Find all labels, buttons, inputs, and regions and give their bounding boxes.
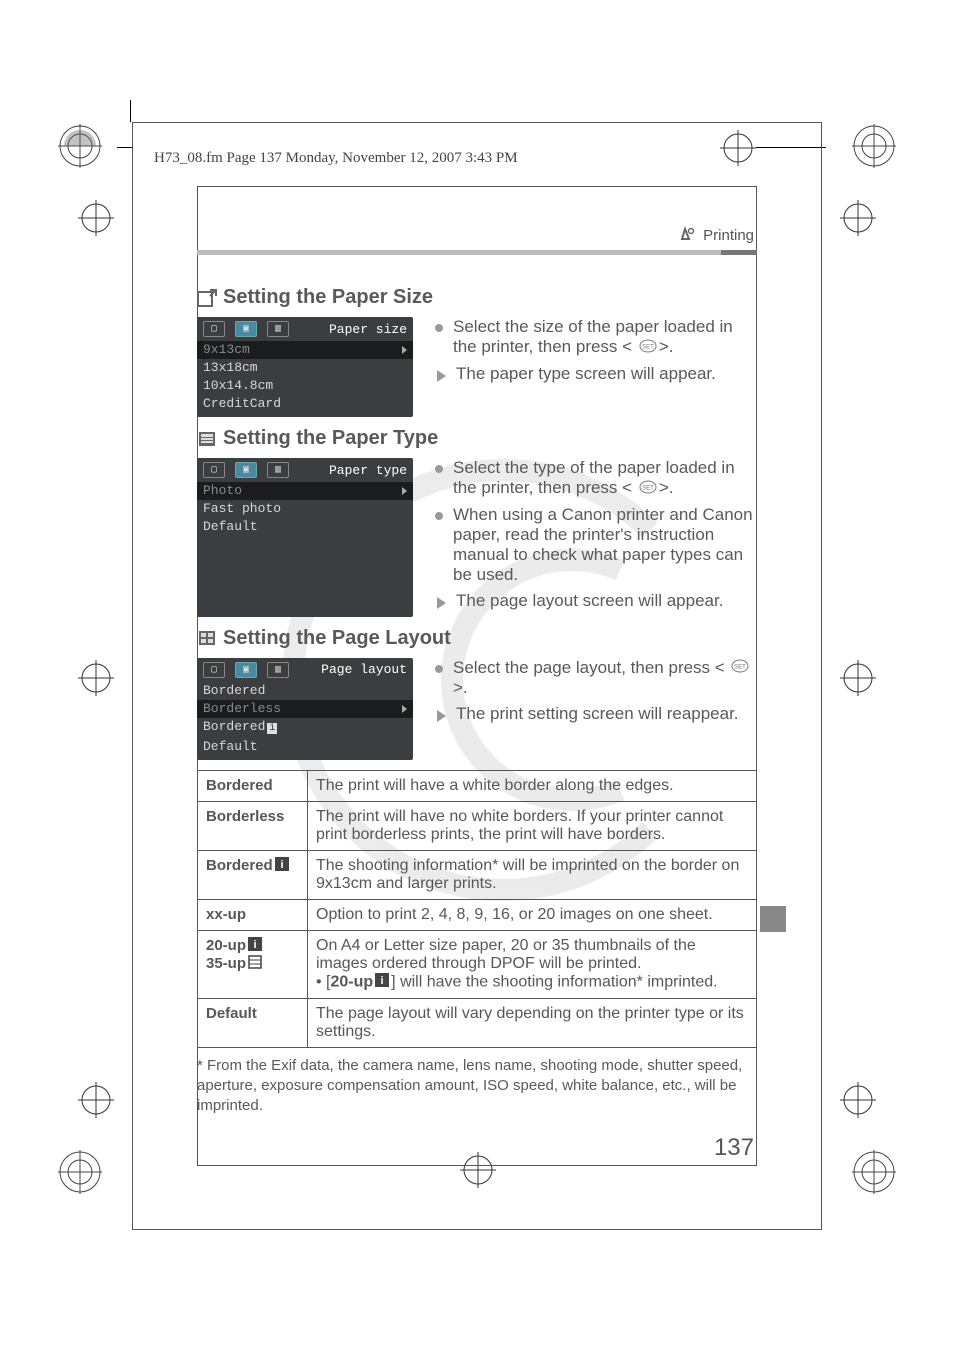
paper-size-icon: [197, 289, 217, 307]
page-content: Setting the Paper Size ▢ ▣ ▥ Paper size …: [197, 280, 757, 1116]
registration-mark: [852, 1150, 896, 1194]
lcd-item: Default: [197, 738, 413, 756]
running-header: H73_08.fm Page 137 Monday, November 12, …: [154, 150, 518, 167]
table-row: xx-up Option to print 2, 4, 8, 9, 16, or…: [198, 899, 757, 930]
table-label: xx-up: [198, 899, 308, 930]
lcd-item: 10x14.8cm: [197, 377, 413, 395]
header-divider: [197, 250, 757, 255]
info-icon: i: [267, 723, 277, 734]
table-desc: Option to print 2, 4, 8, 9, 16, or 20 im…: [308, 899, 757, 930]
table-row: Bordered The print will have a white bor…: [198, 770, 757, 801]
print-connector-icon: [679, 226, 695, 246]
arrow-text: The print setting screen will reappear.: [435, 704, 757, 724]
lcd-paper-type: ▢ ▣ ▥ Paper type Photo Fast photo Defaul…: [197, 458, 413, 617]
lcd-item: Borderedi: [197, 718, 413, 738]
lcd-page-layout: ▢ ▣ ▥ Page layout Bordered Borderless Bo…: [197, 658, 413, 760]
lcd-item: Default: [197, 518, 413, 536]
page-layout-icon: [197, 629, 217, 647]
lcd-item: CreditCard: [197, 395, 413, 413]
crop-line: [756, 147, 826, 148]
sheet-icon: [248, 955, 262, 973]
crop-mark: [840, 660, 876, 696]
bullet-text: Select the size of the paper loaded in t…: [435, 317, 757, 358]
thumb-index-tab: [760, 906, 786, 932]
crop-mark: [460, 1152, 496, 1188]
lcd-title: Page layout: [321, 662, 407, 677]
set-button-icon: SET: [639, 479, 657, 499]
set-button-icon: SET: [639, 338, 657, 358]
table-desc: On A4 or Letter size paper, 20 or 35 thu…: [308, 930, 757, 998]
crop-line: [130, 100, 131, 122]
lcd-item: 13x18cm: [197, 359, 413, 377]
lcd-tab-type-icon: ▣: [235, 462, 257, 478]
lcd-tab-layout-icon: ▥: [267, 462, 289, 478]
arrow-text: The paper type screen will appear.: [435, 364, 757, 384]
table-label: Borderless: [198, 801, 308, 850]
lcd-tab-type-icon: ▣: [235, 321, 257, 337]
crop-mark: [720, 130, 756, 166]
lcd-item: Fast photo: [197, 500, 413, 518]
svg-text:SET: SET: [642, 485, 654, 491]
section-title-page-layout: Setting the Page Layout: [197, 627, 757, 650]
table-desc: The print will have a white border along…: [308, 770, 757, 801]
table-label: 20-upi 35-up: [198, 930, 308, 998]
section-title-text: Setting the Paper Size: [223, 286, 433, 309]
crop-mark: [78, 660, 114, 696]
svg-text:SET: SET: [735, 665, 747, 671]
table-desc: The print will have no white borders. If…: [308, 801, 757, 850]
lcd-tab-type-icon: ▣: [235, 662, 257, 678]
svg-text:i: i: [253, 939, 256, 951]
header-section: Printing: [679, 226, 754, 246]
section-title-paper-size: Setting the Paper Size: [197, 286, 757, 309]
section-title-text: Setting the Page Layout: [223, 627, 451, 650]
table-desc: The shooting information* will be imprin…: [308, 850, 757, 899]
table-row: Borderedi The shooting information* will…: [198, 850, 757, 899]
arrow-text: The page layout screen will appear.: [435, 591, 757, 611]
page-layout-table: Bordered The print will have a white bor…: [197, 770, 757, 1048]
info-icon: i: [375, 973, 389, 992]
crop-mark: [78, 1082, 114, 1118]
lcd-item: Bordered: [197, 682, 413, 700]
lcd-tab-layout-icon: ▥: [267, 662, 289, 678]
crop-mark: [840, 1082, 876, 1118]
paper-type-icon: [197, 430, 217, 448]
table-label: Borderedi: [198, 850, 308, 899]
bullet-text: Select the page layout, then press < SET…: [435, 658, 757, 699]
registration-mark: [58, 1150, 102, 1194]
page-number: 137: [714, 1134, 754, 1162]
lcd-tab-size-icon: ▢: [203, 462, 225, 478]
lcd-paper-size: ▢ ▣ ▥ Paper size 9x13cm 13x18cm 10x14.8c…: [197, 317, 413, 417]
bullet-text: Select the type of the paper loaded in t…: [435, 458, 757, 499]
footnote: * From the Exif data, the camera name, l…: [197, 1056, 757, 1117]
info-icon: i: [248, 937, 262, 955]
section-title-paper-type: Setting the Paper Type: [197, 427, 757, 450]
lcd-tab-size-icon: ▢: [203, 662, 225, 678]
info-icon: i: [275, 857, 289, 875]
table-row: Borderless The print will have no white …: [198, 801, 757, 850]
svg-text:SET: SET: [642, 344, 654, 350]
header-section-label: Printing: [703, 227, 754, 244]
table-desc: The page layout will vary depending on t…: [308, 998, 757, 1047]
lcd-tab-layout-icon: ▥: [267, 321, 289, 337]
lcd-tab-size-icon: ▢: [203, 321, 225, 337]
lcd-item: 9x13cm: [197, 341, 413, 359]
crop-line: [117, 147, 133, 148]
table-label: Bordered: [198, 770, 308, 801]
svg-text:i: i: [280, 859, 283, 871]
set-button-icon: SET: [731, 658, 749, 678]
table-row: 20-upi 35-up On A4 or Letter size paper,…: [198, 930, 757, 998]
table-row: Default The page layout will vary depend…: [198, 998, 757, 1047]
bullet-text: When using a Canon printer and Canon pap…: [435, 505, 757, 585]
crop-mark: [840, 200, 876, 236]
svg-text:i: i: [381, 975, 384, 987]
table-label: Default: [198, 998, 308, 1047]
lcd-item: Photo: [197, 482, 413, 500]
registration-mark: [58, 124, 102, 168]
crop-mark: [78, 200, 114, 236]
lcd-title: Paper type: [329, 463, 407, 478]
registration-mark: [852, 124, 896, 168]
section-title-text: Setting the Paper Type: [223, 427, 438, 450]
lcd-title: Paper size: [329, 322, 407, 337]
lcd-item: Borderless: [197, 700, 413, 718]
